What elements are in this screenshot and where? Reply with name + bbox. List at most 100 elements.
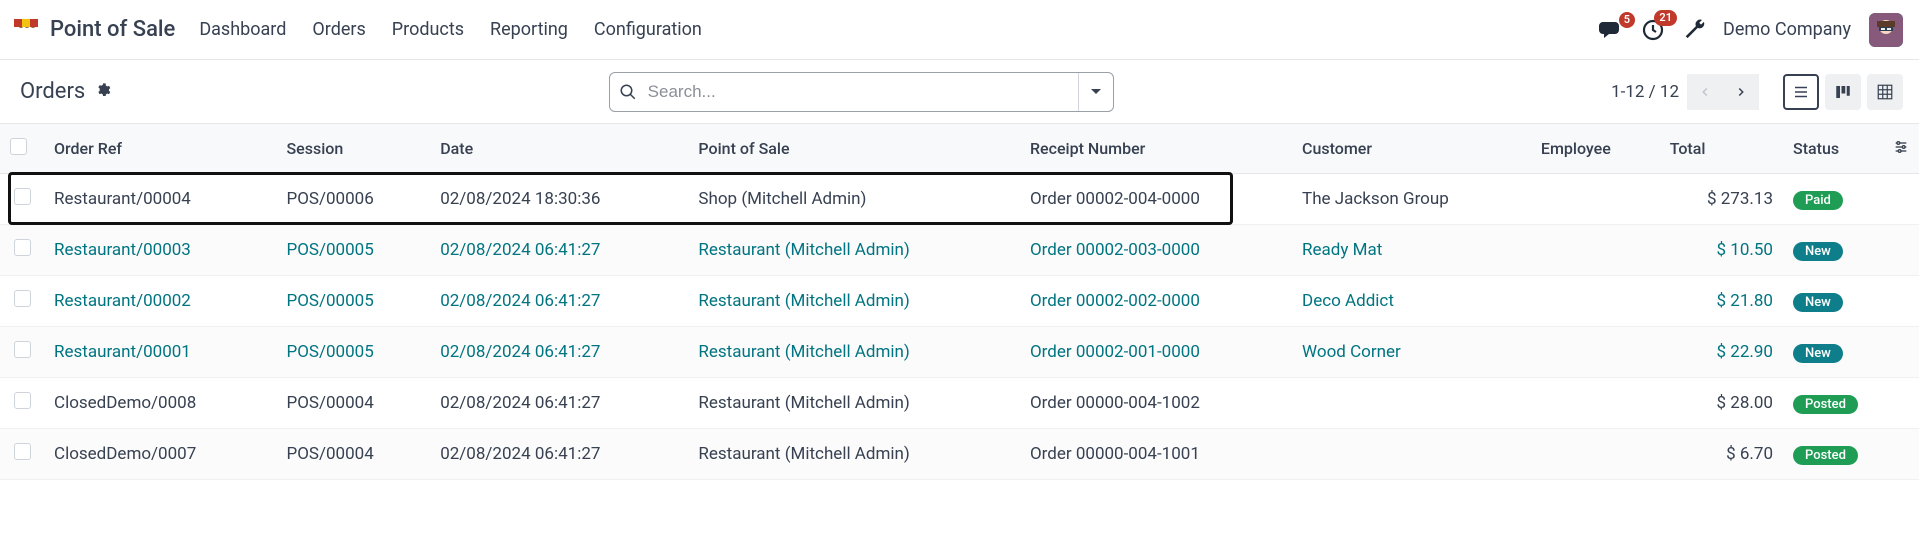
- view-pivot-button[interactable]: [1867, 74, 1903, 110]
- orders-table-wrap: Order Ref Session Date Point of Sale Rec…: [0, 124, 1919, 480]
- header-total[interactable]: Total: [1660, 124, 1783, 174]
- chevron-left-icon: [1698, 85, 1712, 99]
- brand[interactable]: Point of Sale: [12, 17, 175, 43]
- row-checkbox-cell: [0, 276, 44, 327]
- cell-pos[interactable]: Restaurant (Mitchell Admin): [688, 225, 1020, 276]
- header-checkbox-cell: [0, 124, 44, 174]
- header-pos[interactable]: Point of Sale: [688, 124, 1020, 174]
- cell-receipt[interactable]: Order 00000-004-1002: [1020, 378, 1292, 429]
- nav-reporting[interactable]: Reporting: [490, 19, 568, 40]
- header-customer[interactable]: Customer: [1292, 124, 1531, 174]
- select-all-checkbox[interactable]: [10, 138, 27, 155]
- cell-total: $ 273.13: [1660, 174, 1783, 225]
- cell-status: New: [1783, 276, 1883, 327]
- cell-order-ref[interactable]: Restaurant/00001: [44, 327, 276, 378]
- cell-customer[interactable]: [1292, 429, 1531, 480]
- search-options-button[interactable]: [1079, 86, 1113, 98]
- cell-total: $ 21.80: [1660, 276, 1783, 327]
- cell-date[interactable]: 02/08/2024 06:41:27: [430, 378, 688, 429]
- cell-customer[interactable]: [1292, 378, 1531, 429]
- cell-session[interactable]: POS/00004: [276, 429, 430, 480]
- cell-total: $ 6.70: [1660, 429, 1783, 480]
- nav-products[interactable]: Products: [392, 19, 464, 40]
- search-icon: [610, 83, 646, 101]
- cell-employee: [1531, 429, 1660, 480]
- row-checkbox[interactable]: [14, 290, 31, 307]
- chevron-right-icon: [1734, 85, 1748, 99]
- cell-session[interactable]: POS/00005: [276, 225, 430, 276]
- cell-receipt[interactable]: Order 00002-003-0000: [1020, 225, 1292, 276]
- table-row[interactable]: Restaurant/00001POS/0000502/08/2024 06:4…: [0, 327, 1919, 378]
- topbar-right: 5 21 Demo Company: [1599, 13, 1903, 47]
- search-input[interactable]: [646, 81, 1078, 103]
- cell-pos[interactable]: Restaurant (Mitchell Admin): [688, 378, 1020, 429]
- page-settings-button[interactable]: [95, 79, 111, 104]
- cell-employee: [1531, 174, 1660, 225]
- table-row[interactable]: ClosedDemo/0008POS/0000402/08/2024 06:41…: [0, 378, 1919, 429]
- view-switch: [1783, 74, 1903, 110]
- row-checkbox-cell: [0, 225, 44, 276]
- status-badge: Posted: [1793, 395, 1858, 414]
- page-title-wrap: Orders: [20, 79, 111, 104]
- cell-order-ref[interactable]: ClosedDemo/0007: [44, 429, 276, 480]
- cell-spacer: [1883, 429, 1919, 480]
- nav-orders[interactable]: Orders: [312, 19, 365, 40]
- status-badge: New: [1793, 293, 1843, 312]
- cell-session[interactable]: POS/00005: [276, 327, 430, 378]
- company-switcher[interactable]: Demo Company: [1723, 19, 1851, 40]
- cell-status: Posted: [1783, 429, 1883, 480]
- view-list-button[interactable]: [1783, 74, 1819, 110]
- cell-order-ref[interactable]: ClosedDemo/0008: [44, 378, 276, 429]
- cell-pos[interactable]: Restaurant (Mitchell Admin): [688, 276, 1020, 327]
- cell-receipt[interactable]: Order 00000-004-1001: [1020, 429, 1292, 480]
- cell-customer[interactable]: The Jackson Group: [1292, 174, 1531, 225]
- row-checkbox[interactable]: [14, 392, 31, 409]
- cell-customer[interactable]: Ready Mat: [1292, 225, 1531, 276]
- pager-prev-button[interactable]: [1687, 74, 1723, 110]
- row-checkbox[interactable]: [14, 443, 31, 460]
- cell-customer[interactable]: Wood Corner: [1292, 327, 1531, 378]
- cell-pos[interactable]: Restaurant (Mitchell Admin): [688, 327, 1020, 378]
- cell-receipt[interactable]: Order 00002-002-0000: [1020, 276, 1292, 327]
- cell-spacer: [1883, 378, 1919, 429]
- header-column-options[interactable]: [1883, 124, 1919, 174]
- activities-button[interactable]: 21: [1641, 18, 1665, 42]
- cell-date[interactable]: 02/08/2024 06:41:27: [430, 327, 688, 378]
- cell-session[interactable]: POS/00004: [276, 378, 430, 429]
- page-title: Orders: [20, 79, 85, 104]
- row-checkbox[interactable]: [14, 239, 31, 256]
- nav-dashboard[interactable]: Dashboard: [199, 19, 286, 40]
- pivot-icon: [1876, 83, 1894, 101]
- row-checkbox[interactable]: [14, 341, 31, 358]
- debug-button[interactable]: [1683, 17, 1705, 43]
- pager-next-button[interactable]: [1723, 74, 1759, 110]
- cell-spacer: [1883, 174, 1919, 225]
- nav-configuration[interactable]: Configuration: [594, 19, 702, 40]
- table-header-row: Order Ref Session Date Point of Sale Rec…: [0, 124, 1919, 174]
- table-row[interactable]: Restaurant/00002POS/0000502/08/2024 06:4…: [0, 276, 1919, 327]
- messages-count-badge: 5: [1619, 12, 1635, 28]
- table-row[interactable]: Restaurant/00003POS/0000502/08/2024 06:4…: [0, 225, 1919, 276]
- cell-session[interactable]: POS/00005: [276, 276, 430, 327]
- header-date[interactable]: Date: [430, 124, 688, 174]
- cell-pos[interactable]: Restaurant (Mitchell Admin): [688, 429, 1020, 480]
- header-employee[interactable]: Employee: [1531, 124, 1660, 174]
- cell-receipt[interactable]: Order 00002-001-0000: [1020, 327, 1292, 378]
- header-order-ref[interactable]: Order Ref: [44, 124, 276, 174]
- user-avatar[interactable]: [1869, 13, 1903, 47]
- row-checkbox-cell: [0, 327, 44, 378]
- cell-order-ref[interactable]: Restaurant/00003: [44, 225, 276, 276]
- cell-spacer: [1883, 225, 1919, 276]
- view-kanban-button[interactable]: [1825, 74, 1861, 110]
- messages-button[interactable]: 5: [1599, 20, 1623, 40]
- cell-order-ref[interactable]: Restaurant/00002: [44, 276, 276, 327]
- cell-customer[interactable]: Deco Addict: [1292, 276, 1531, 327]
- header-receipt[interactable]: Receipt Number: [1020, 124, 1292, 174]
- header-status[interactable]: Status: [1783, 124, 1883, 174]
- header-session[interactable]: Session: [276, 124, 430, 174]
- cell-employee: [1531, 225, 1660, 276]
- cell-date[interactable]: 02/08/2024 06:41:27: [430, 429, 688, 480]
- table-row[interactable]: ClosedDemo/0007POS/0000402/08/2024 06:41…: [0, 429, 1919, 480]
- cell-date[interactable]: 02/08/2024 06:41:27: [430, 225, 688, 276]
- cell-date[interactable]: 02/08/2024 06:41:27: [430, 276, 688, 327]
